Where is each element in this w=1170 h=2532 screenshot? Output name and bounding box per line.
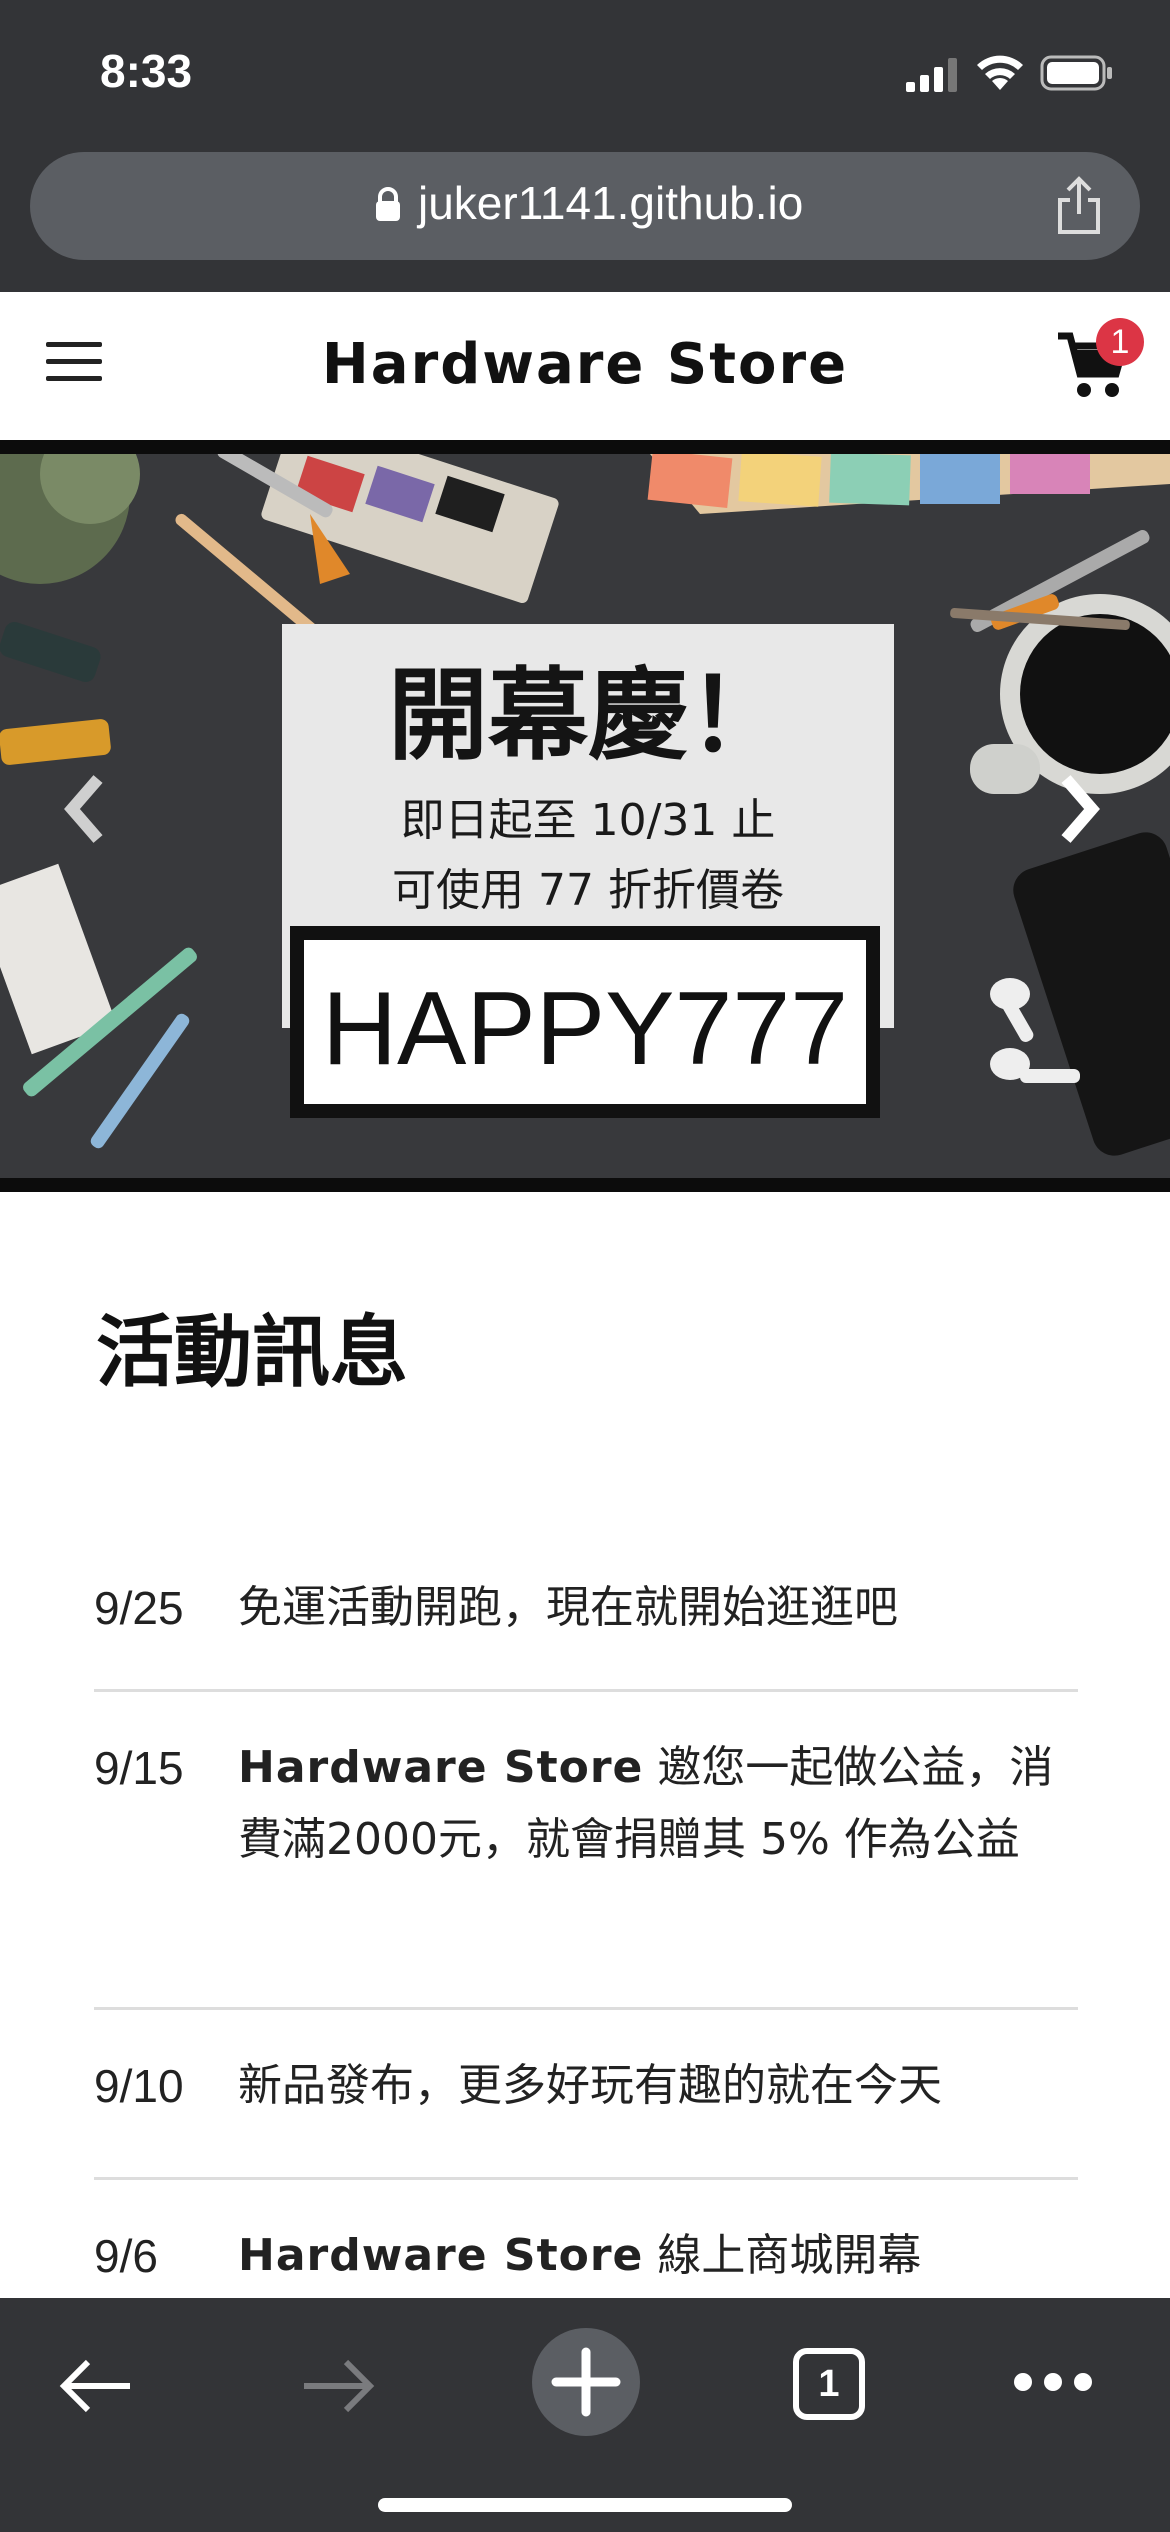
brand-logo[interactable]: Hardware Store xyxy=(0,332,1170,397)
news-date: 9/10 xyxy=(94,2060,184,2112)
news-item[interactable]: 9/25 免運活動開跑，現在就開始逛逛吧 xyxy=(94,1532,1078,1692)
more-icon[interactable] xyxy=(1012,2370,1094,2394)
news-list: 9/25 免運活動開跑，現在就開始逛逛吧 9/15 Hardware Store… xyxy=(94,1532,1078,2298)
home-indicator[interactable] xyxy=(378,2498,792,2512)
news-body: 線上商城開幕 xyxy=(643,2230,922,2281)
promo-discount: 可使用 77 折折價卷 xyxy=(392,865,784,916)
address-bar[interactable]: juker1141.github.io xyxy=(30,152,1140,260)
promo-title: 開幕慶！ xyxy=(388,657,788,774)
news-brand: Hardware Store xyxy=(238,2230,644,2281)
news-date: 9/25 xyxy=(94,1582,184,1634)
back-arrow-icon[interactable] xyxy=(58,2356,134,2416)
news-body: 新品發布，更多好玩有趣的就在今天 xyxy=(238,2060,942,2111)
news-item[interactable]: 9/10 新品發布，更多好玩有趣的就在今天 xyxy=(94,2010,1078,2180)
news-section-title: 活動訊息 xyxy=(96,1308,409,1398)
signal-icon xyxy=(906,58,957,92)
chevron-right-icon[interactable] xyxy=(1050,769,1110,849)
promo-period: 即日起至 10/31 止 xyxy=(400,795,776,846)
plus-icon xyxy=(551,2347,621,2417)
web-page: Hardware Store 1 開幕慶！ 即日起至 10/31 止 可使用 7… xyxy=(0,292,1170,2298)
url-text[interactable]: juker1141.github.io xyxy=(418,176,803,230)
promo-carousel[interactable]: 開幕慶！ 即日起至 10/31 止 可使用 77 折折價卷 HAPPY777 xyxy=(0,440,1170,1192)
share-icon[interactable] xyxy=(1050,176,1108,236)
wifi-icon xyxy=(977,55,1023,90)
forward-arrow-icon[interactable] xyxy=(300,2356,376,2416)
news-item[interactable]: 9/6 Hardware Store 線上商城開幕 xyxy=(94,2180,1078,2298)
news-body: 免運活動開跑，現在就開始逛逛吧 xyxy=(238,1582,898,1633)
new-tab-button[interactable] xyxy=(532,2328,640,2436)
news-date: 9/6 xyxy=(94,2230,158,2282)
chevron-left-icon[interactable] xyxy=(58,769,118,849)
status-bar: 8:33 xyxy=(0,0,1170,140)
tabs-icon[interactable]: 1 xyxy=(793,2348,865,2420)
news-text: 新品發布，更多好玩有趣的就在今天 xyxy=(238,2050,1078,2177)
news-item[interactable]: 9/15 Hardware Store 邀您一起做公益，消費滿2000元，就會捐… xyxy=(94,1692,1078,2010)
coupon-code: HAPPY777 xyxy=(321,971,849,1087)
news-text: Hardware Store 邀您一起做公益，消費滿2000元，就會捐贈其 5%… xyxy=(238,1732,1078,2007)
cart-badge: 1 xyxy=(1096,318,1144,366)
lock-icon xyxy=(376,187,400,221)
news-text: Hardware Store 線上商城開幕 xyxy=(238,2220,1078,2298)
browser-toolbar: 1 xyxy=(0,2298,1170,2532)
news-text: 免運活動開跑，現在就開始逛逛吧 xyxy=(238,1572,1078,1689)
battery-icon xyxy=(1040,55,1112,91)
status-time: 8:33 xyxy=(100,45,193,97)
news-date: 9/15 xyxy=(94,1742,184,1794)
news-brand: Hardware Store xyxy=(238,1742,644,1793)
coupon-code-box: HAPPY777 xyxy=(290,926,880,1118)
navbar: Hardware Store 1 xyxy=(0,292,1170,440)
